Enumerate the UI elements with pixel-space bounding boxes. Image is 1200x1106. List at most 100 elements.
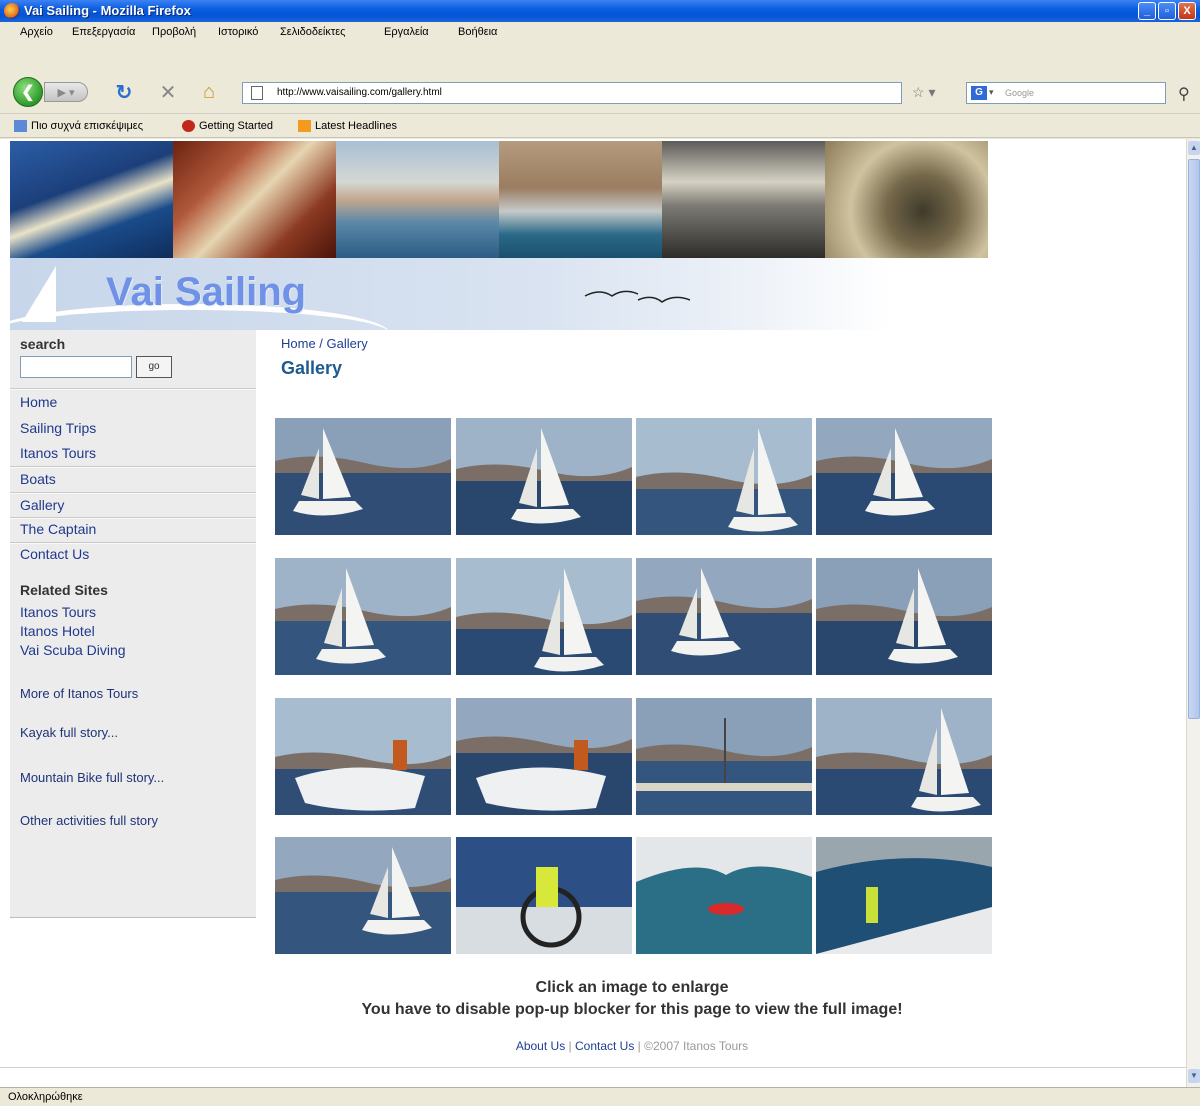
gallery-thumbnail[interactable] — [636, 558, 812, 675]
scroll-up-icon[interactable]: ▲ — [1188, 141, 1200, 155]
bookmark-label: Latest Headlines — [315, 120, 397, 132]
thumbnail-photo — [636, 558, 812, 675]
sidebar-item-home[interactable]: Home — [20, 394, 57, 410]
footer-copyright: ©2007 Itanos Tours — [644, 1039, 749, 1053]
divider — [10, 466, 256, 468]
url-bar[interactable]: http://www.vaisailing.com/gallery.html — [242, 82, 902, 104]
reload-icon[interactable]: ↻ — [112, 79, 136, 105]
story-link-mountain-bike[interactable]: Mountain Bike full story... — [20, 770, 164, 785]
thumbnail-photo — [456, 418, 632, 535]
thumbnail-photo — [456, 837, 632, 954]
header-photo-cliffs — [499, 141, 662, 258]
navigation-toolbar: ❮ ▶ ▾ ↻ ✕ ⌂ http://www.vaisailing.com/ga… — [0, 74, 1200, 114]
menu-help[interactable]: Βοήθεια — [458, 26, 497, 38]
thumbnail-photo — [275, 418, 451, 535]
menu-file[interactable]: Αρχείο — [20, 26, 53, 38]
rss-feed-icon — [298, 120, 311, 132]
gallery-thumbnail[interactable] — [456, 418, 632, 535]
divider — [10, 517, 256, 519]
go-button[interactable]: go — [136, 356, 172, 378]
bookmark-most-visited[interactable]: Πιο συχνά επισκέψιμες — [14, 120, 143, 132]
home-icon[interactable]: ⌂ — [196, 79, 222, 105]
divider — [10, 542, 256, 544]
gallery-instruction: Click an image to enlarge You have to di… — [270, 977, 994, 1021]
bookmark-label: Πιο συχνά επισκέψιμες — [31, 120, 144, 132]
header-photo-cabin — [173, 141, 336, 258]
bookmark-latest-headlines[interactable]: Latest Headlines — [298, 120, 397, 132]
web-search-input[interactable]: G ▾ Google — [966, 82, 1166, 104]
thumbnail-photo — [456, 558, 632, 675]
gallery-thumbnail[interactable] — [816, 837, 992, 954]
sidebar-item-the-captain[interactable]: The Captain — [20, 521, 96, 537]
footer-contact-link[interactable]: Contact Us — [575, 1039, 634, 1053]
sidebar-item-contact-us[interactable]: Contact Us — [20, 546, 89, 562]
thumbnail-photo — [275, 558, 451, 675]
gallery-thumbnail[interactable] — [636, 418, 812, 535]
divider — [10, 388, 256, 390]
back-button[interactable]: ❮ — [13, 77, 43, 107]
header-photo-strip — [10, 141, 988, 258]
title-bar: Vai Sailing - Mozilla Firefox _ ▫ X — [0, 0, 1200, 22]
menu-history[interactable]: Ιστορικό — [218, 26, 258, 38]
site-logo[interactable]: Vai Sailing — [106, 270, 306, 315]
gallery-thumbnail[interactable] — [816, 698, 992, 815]
gallery-thumbnail[interactable] — [275, 558, 451, 675]
scroll-down-icon[interactable]: ▼ — [1188, 1069, 1200, 1083]
header-photo-sunset — [662, 141, 825, 258]
instruction-line-2: You have to disable pop-up blocker for t… — [361, 1001, 903, 1018]
minimize-button[interactable]: _ — [1138, 2, 1156, 20]
footer-about-link[interactable]: About Us — [516, 1039, 565, 1053]
related-link-itanos-tours[interactable]: Itanos Tours — [20, 604, 96, 620]
gallery-thumbnail[interactable] — [275, 837, 451, 954]
page-viewport: Vai Sailing search go Home Sailing Trips… — [0, 139, 1186, 1067]
thumbnail-photo — [636, 837, 812, 954]
story-link-other-activities[interactable]: Other activities full story — [20, 813, 158, 828]
thumbnail-photo — [816, 418, 992, 535]
menu-edit[interactable]: Επεξεργασία — [72, 26, 135, 38]
sidebar-item-itanos-tours[interactable]: Itanos Tours — [20, 445, 96, 461]
story-link-kayak[interactable]: Kayak full story... — [20, 725, 118, 740]
bookmark-star-icon[interactable]: ☆ ▾ — [912, 84, 935, 101]
gallery-thumbnail[interactable] — [456, 558, 632, 675]
firefox-icon — [4, 3, 20, 19]
gallery-thumbnail[interactable] — [816, 558, 992, 675]
menu-bookmarks[interactable]: Σελιδοδείκτες — [280, 26, 345, 38]
engine-dropdown-icon[interactable]: ▾ — [989, 87, 994, 98]
story-link-more-itanos[interactable]: More of Itanos Tours — [20, 686, 138, 701]
header-photo-compass — [825, 141, 988, 258]
bookmark-getting-started[interactable]: Getting Started — [182, 120, 273, 132]
gallery-thumbnail[interactable] — [816, 418, 992, 535]
menu-view[interactable]: Προβολή — [152, 26, 196, 38]
bookmark-folder-icon — [14, 120, 27, 132]
sidebar-item-gallery[interactable]: Gallery — [20, 497, 64, 513]
scroll-thumb[interactable] — [1188, 159, 1200, 719]
sidebar-item-boats[interactable]: Boats — [20, 471, 56, 487]
gallery-thumbnail[interactable] — [275, 418, 451, 535]
breadcrumb[interactable]: Home / Gallery — [281, 336, 368, 351]
footer-separator: | — [565, 1039, 575, 1053]
birds-icon — [584, 290, 691, 303]
page-bottom-area — [0, 1067, 1186, 1087]
close-button[interactable]: X — [1178, 2, 1196, 20]
related-link-vai-scuba-diving[interactable]: Vai Scuba Diving — [20, 642, 126, 658]
stop-icon[interactable]: ✕ — [156, 79, 180, 105]
maximize-button[interactable]: ▫ — [1158, 2, 1176, 20]
gallery-thumbnail[interactable] — [456, 837, 632, 954]
gallery-thumbnail[interactable] — [456, 698, 632, 815]
gallery-thumbnail[interactable] — [275, 698, 451, 815]
forward-button[interactable]: ▶ ▾ — [44, 82, 88, 102]
site-search-input[interactable] — [20, 356, 132, 378]
browser-window: Vai Sailing - Mozilla Firefox _ ▫ X Αρχε… — [0, 0, 1200, 1106]
vertical-scrollbar[interactable]: ▲ ▼ — [1186, 139, 1200, 1087]
related-link-itanos-hotel[interactable]: Itanos Hotel — [20, 623, 95, 639]
thumbnail-photo — [636, 698, 812, 815]
gallery-thumbnail[interactable] — [636, 698, 812, 815]
menu-tools[interactable]: Εργαλεία — [384, 26, 429, 38]
magnifier-icon[interactable]: ⚲ — [1178, 84, 1190, 104]
instruction-line-1: Click an image to enlarge — [535, 979, 729, 996]
sidebar-item-sailing-trips[interactable]: Sailing Trips — [20, 420, 96, 436]
gallery-thumbnail[interactable] — [636, 837, 812, 954]
status-bar: Ολοκληρώθηκε — [0, 1087, 1200, 1106]
menu-bar: Αρχείο Επεξεργασία Προβολή Ιστορικό Σελι… — [0, 22, 1200, 42]
url-text: http://www.vaisailing.com/gallery.html — [277, 87, 442, 98]
